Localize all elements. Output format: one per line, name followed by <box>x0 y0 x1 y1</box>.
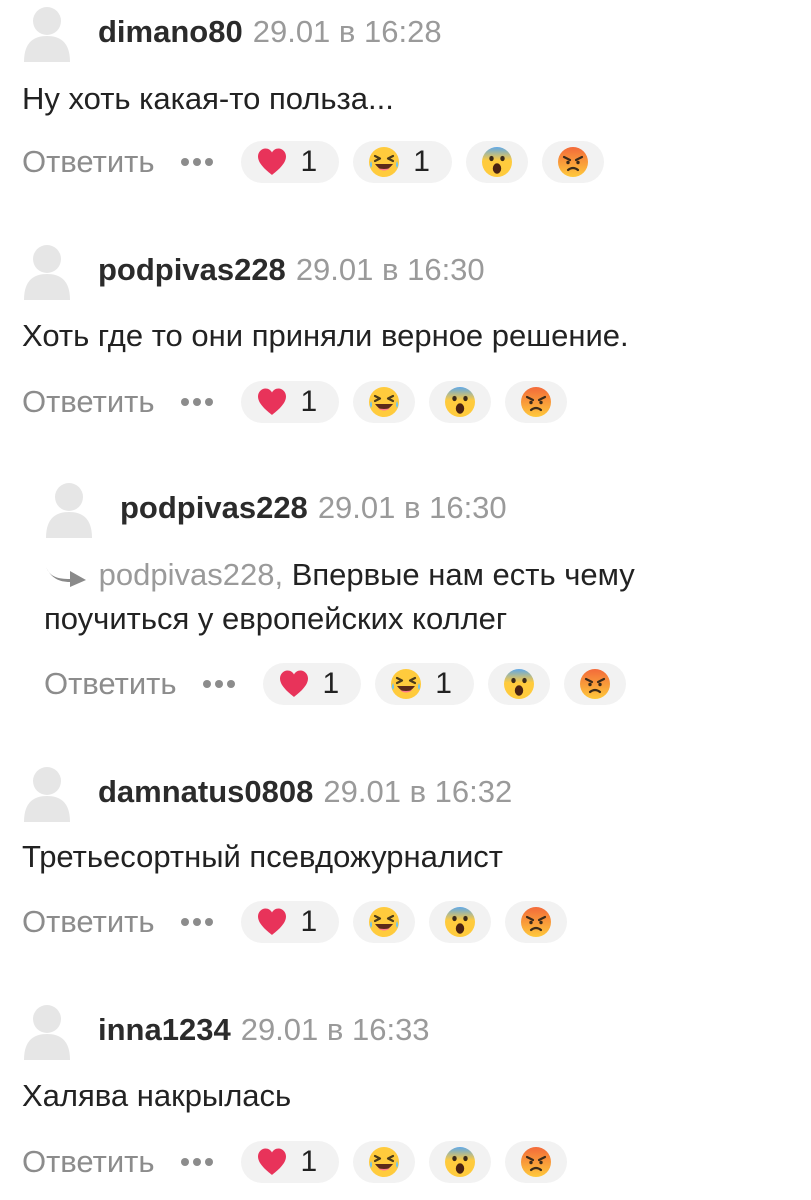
avatar-placeholder-icon[interactable] <box>22 2 72 62</box>
angry-emoji-icon <box>519 1145 553 1179</box>
angry-emoji-icon <box>578 667 612 701</box>
reply-button[interactable]: Ответить <box>22 904 155 940</box>
reply-button[interactable]: Ответить <box>44 666 177 702</box>
reactions-bar: 1 1 <box>240 141 604 183</box>
comment-actions: Ответить 1 <box>22 1140 568 1184</box>
surprised-emoji-icon <box>443 1145 477 1179</box>
reaction-wow[interactable] <box>465 141 528 183</box>
reaction-laugh[interactable] <box>353 901 416 943</box>
reaction-laugh[interactable] <box>353 381 416 423</box>
laughing-emoji-icon <box>367 385 401 419</box>
more-dots-icon[interactable] <box>180 918 215 926</box>
heart-emoji-icon <box>255 1145 289 1179</box>
more-dots-icon[interactable] <box>180 398 215 406</box>
comment-header: dimano80 29.01 в 16:28 <box>98 14 442 50</box>
reactions-bar: 1 <box>240 1141 568 1183</box>
reply-button[interactable]: Ответить <box>22 384 155 420</box>
heart-emoji-icon <box>255 905 289 939</box>
timestamp: 29.01 в 16:32 <box>323 774 513 809</box>
reaction-count: 1 <box>413 145 430 178</box>
reaction-wow[interactable] <box>487 663 550 705</box>
comment-actions: Ответить 1 <box>22 380 568 424</box>
reply-button[interactable]: Ответить <box>22 1144 155 1180</box>
mention-username[interactable]: podpivas228, <box>99 557 283 592</box>
reaction-angry[interactable] <box>505 901 568 943</box>
reaction-count: 1 <box>300 145 318 178</box>
reply-arrow-icon <box>46 567 86 587</box>
reaction-heart[interactable]: 1 <box>262 663 362 705</box>
laughing-emoji-icon <box>367 145 401 179</box>
comment-text-line: podpivas228, Впервые нам есть чему <box>44 553 635 597</box>
timestamp: 29.01 в 16:33 <box>240 1012 430 1047</box>
comment-text: Хоть где то они приняли верное решение. <box>22 318 629 353</box>
reaction-count: 1 <box>300 385 318 418</box>
avatar-placeholder-icon[interactable] <box>22 1000 72 1060</box>
reactions-bar: 1 <box>240 381 568 423</box>
reaction-count: 1 <box>322 667 340 700</box>
timestamp: 29.01 в 16:28 <box>252 14 442 49</box>
angry-emoji-icon <box>519 385 553 419</box>
comment-text: Третьесортный псевдожурналист <box>22 839 503 874</box>
comment-text: поучиться у европейских коллег <box>44 601 508 636</box>
reaction-heart[interactable]: 1 <box>240 141 340 183</box>
heart-emoji-icon <box>277 667 311 701</box>
comment-header: damnatus0808 29.01 в 16:32 <box>98 774 512 810</box>
timestamp: 29.01 в 16:30 <box>295 252 485 287</box>
laughing-emoji-icon <box>389 667 423 701</box>
more-dots-icon[interactable] <box>180 158 215 166</box>
angry-emoji-icon <box>556 145 590 179</box>
username[interactable]: inna1234 <box>98 1012 231 1047</box>
reaction-angry[interactable] <box>563 663 626 705</box>
surprised-emoji-icon <box>443 905 477 939</box>
username[interactable]: damnatus0808 <box>98 774 313 809</box>
reaction-laugh[interactable] <box>353 1141 416 1183</box>
heart-emoji-icon <box>255 145 289 179</box>
comment-actions: Ответить 1 1 <box>22 140 604 184</box>
avatar-placeholder-icon[interactable] <box>22 240 72 300</box>
username[interactable]: podpivas228 <box>98 252 286 287</box>
angry-emoji-icon <box>519 905 553 939</box>
avatar-placeholder-icon[interactable] <box>22 762 72 822</box>
comment-actions: Ответить 1 <box>22 900 568 944</box>
username[interactable]: dimano80 <box>98 14 243 49</box>
comment-text: Впервые нам есть чему <box>291 557 635 592</box>
comment-header: podpivas228 29.01 в 16:30 <box>98 252 485 288</box>
surprised-emoji-icon <box>480 145 514 179</box>
timestamp: 29.01 в 16:30 <box>317 490 507 525</box>
reaction-count: 1 <box>435 667 452 700</box>
comment-text: Ну хоть какая-то польза... <box>22 81 394 116</box>
laughing-emoji-icon <box>367 905 401 939</box>
reactions-bar: 1 1 <box>262 663 626 705</box>
surprised-emoji-icon <box>443 385 477 419</box>
comment-header: podpivas228 29.01 в 16:30 <box>120 490 507 526</box>
more-dots-icon[interactable] <box>202 680 237 688</box>
reply-button[interactable]: Ответить <box>22 144 155 180</box>
reaction-wow[interactable] <box>429 1141 492 1183</box>
avatar-placeholder-icon[interactable] <box>44 478 94 538</box>
reaction-wow[interactable] <box>429 901 492 943</box>
reaction-count: 1 <box>300 1145 318 1178</box>
username[interactable]: podpivas228 <box>120 490 308 525</box>
reaction-heart[interactable]: 1 <box>240 381 340 423</box>
reaction-angry[interactable] <box>541 141 604 183</box>
reaction-count: 1 <box>300 905 318 938</box>
laughing-emoji-icon <box>367 1145 401 1179</box>
reaction-heart[interactable]: 1 <box>240 1141 340 1183</box>
reaction-angry[interactable] <box>505 1141 568 1183</box>
reaction-laugh[interactable]: 1 <box>375 663 474 705</box>
reaction-wow[interactable] <box>429 381 492 423</box>
comment-header: inna1234 29.01 в 16:33 <box>98 1012 430 1048</box>
reaction-laugh[interactable]: 1 <box>353 141 452 183</box>
more-dots-icon[interactable] <box>180 1158 215 1166</box>
heart-emoji-icon <box>255 385 289 419</box>
reaction-heart[interactable]: 1 <box>240 901 340 943</box>
comment-text: Халява накрылась <box>22 1078 292 1113</box>
comment-actions: Ответить 1 1 <box>44 662 626 706</box>
reaction-angry[interactable] <box>505 381 568 423</box>
surprised-emoji-icon <box>502 667 536 701</box>
reactions-bar: 1 <box>240 901 568 943</box>
